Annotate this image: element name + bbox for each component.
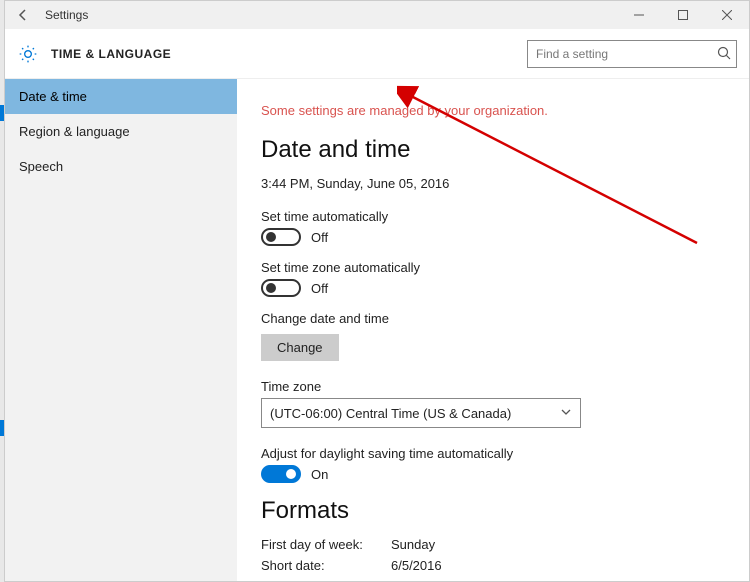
auto-tz-row: Off <box>261 279 725 297</box>
sidebar: Date & time Region & language Speech <box>5 79 237 581</box>
dst-label: Adjust for daylight saving time automati… <box>261 446 725 461</box>
window-controls <box>617 1 749 29</box>
sidebar-item-date-time[interactable]: Date & time <box>5 79 237 114</box>
toggle-knob <box>266 232 276 242</box>
sidebar-item-region-language[interactable]: Region & language <box>5 114 237 149</box>
page-header: TIME & LANGUAGE <box>5 29 749 79</box>
window-title: Settings <box>45 8 617 22</box>
short-date-value: 6/5/2016 <box>391 558 725 573</box>
section-title-formats: Formats <box>261 497 725 525</box>
change-button[interactable]: Change <box>261 334 339 361</box>
body: Date & time Region & language Speech Som… <box>5 79 749 581</box>
header-title: TIME & LANGUAGE <box>51 47 527 61</box>
auto-tz-toggle[interactable] <box>261 279 301 297</box>
settings-window: Settings TIME & LANGUAGE <box>4 0 750 582</box>
sidebar-item-label: Region & language <box>19 124 130 139</box>
search-input[interactable] <box>527 40 737 68</box>
back-button[interactable] <box>9 1 37 29</box>
search-box <box>527 40 737 68</box>
toggle-knob <box>286 469 296 479</box>
long-date-label: Long date: <box>261 579 391 581</box>
auto-time-state: Off <box>311 230 328 245</box>
dst-toggle[interactable] <box>261 465 301 483</box>
sidebar-item-label: Date & time <box>19 89 87 104</box>
maximize-button[interactable] <box>661 1 705 29</box>
first-day-label: First day of week: <box>261 537 391 552</box>
tz-label: Time zone <box>261 379 725 394</box>
short-date-label: Short date: <box>261 558 391 573</box>
long-date-value: Sunday, June 05, 2016 <box>391 579 725 581</box>
change-dt-label: Change date and time <box>261 311 725 326</box>
auto-time-label: Set time automatically <box>261 209 725 224</box>
search-icon <box>717 46 731 65</box>
minimize-button[interactable] <box>617 1 661 29</box>
tz-dropdown[interactable]: (UTC-06:00) Central Time (US & Canada) <box>261 398 581 428</box>
org-managed-message: Some settings are managed by your organi… <box>261 103 725 118</box>
sidebar-item-speech[interactable]: Speech <box>5 149 237 184</box>
content-pane: Some settings are managed by your organi… <box>237 79 749 581</box>
formats-grid: First day of week: Sunday Short date: 6/… <box>261 537 725 581</box>
current-datetime: 3:44 PM, Sunday, June 05, 2016 <box>261 176 725 191</box>
dst-row: On <box>261 465 725 483</box>
close-button[interactable] <box>705 1 749 29</box>
section-title-date-time: Date and time <box>261 136 725 164</box>
first-day-value: Sunday <box>391 537 725 552</box>
tz-value: (UTC-06:00) Central Time (US & Canada) <box>270 406 511 421</box>
toggle-knob <box>266 283 276 293</box>
auto-tz-label: Set time zone automatically <box>261 260 725 275</box>
chevron-down-icon <box>560 406 572 421</box>
gear-icon <box>17 43 39 65</box>
sidebar-item-label: Speech <box>19 159 63 174</box>
dst-state: On <box>311 467 328 482</box>
auto-time-toggle[interactable] <box>261 228 301 246</box>
auto-tz-state: Off <box>311 281 328 296</box>
auto-time-row: Off <box>261 228 725 246</box>
titlebar: Settings <box>5 1 749 29</box>
